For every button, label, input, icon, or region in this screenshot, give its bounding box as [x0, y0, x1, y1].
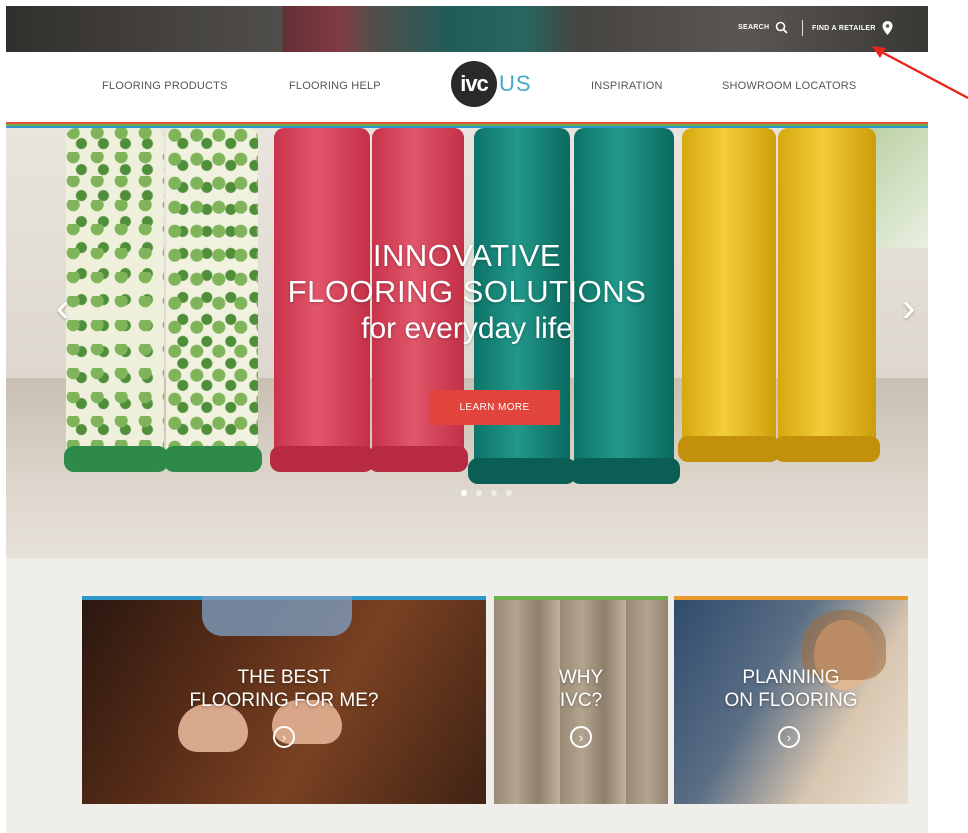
card-title-line2: IVC? [559, 690, 603, 711]
sole-green-left [64, 446, 168, 472]
feature-cards-section: THE BEST FLOORING FOR ME? › WHY IVC? › P… [6, 558, 928, 833]
chevron-right-icon[interactable]: › [902, 288, 915, 328]
card-title-line1: THE BEST [237, 667, 331, 688]
nav-inspiration[interactable]: INSPIRATION [591, 80, 663, 92]
ivc-us-logo[interactable]: ivc US [451, 61, 532, 107]
card-title-line2: FLOORING FOR ME? [189, 690, 379, 711]
circle-arrow-icon: › [570, 726, 592, 748]
card-planning-flooring[interactable]: PLANNING ON FLOORING › [674, 596, 908, 804]
carousel-dots [461, 490, 512, 496]
search-link[interactable]: SEARCH [738, 21, 788, 34]
find-retailer-label: FIND A RETAILER [812, 24, 876, 32]
card-best-flooring[interactable]: THE BEST FLOORING FOR ME? › [82, 596, 486, 804]
card-title-line1: WHY [558, 667, 604, 688]
circle-arrow-icon: › [778, 726, 800, 748]
hero-title-line1: INNOVATIVE [372, 238, 562, 273]
find-retailer-link[interactable]: FIND A RETAILER [812, 21, 893, 35]
hero-subtitle: for everyday life [361, 312, 573, 345]
logo-suffix: US [499, 71, 532, 96]
nav-flooring-help[interactable]: FLOORING HELP [289, 80, 381, 92]
card-accent-bar [494, 596, 668, 600]
hero-carousel: INNOVATIVE FLOORING SOLUTIONS for everyd… [6, 128, 928, 558]
card-title-line2: ON FLOORING [724, 690, 858, 711]
nav-flooring-products[interactable]: FLOORING PRODUCTS [102, 80, 228, 92]
circle-arrow-icon: › [273, 726, 295, 748]
map-pin-icon [882, 21, 893, 35]
sole-yellow-left [678, 436, 780, 462]
search-label: SEARCH [738, 24, 770, 31]
chevron-left-icon[interactable]: ‹ [56, 288, 69, 328]
search-icon [776, 21, 788, 34]
sole-pink-left [270, 446, 374, 472]
carousel-dot[interactable] [506, 490, 512, 496]
sole-teal-left [468, 458, 576, 484]
card-title-line1: PLANNING [742, 667, 840, 688]
annotation-arrow [872, 46, 968, 100]
card-photo-detail [202, 596, 352, 636]
logo-mark: ivc [451, 61, 497, 107]
top-utility-bar: SEARCH FIND A RETAILER [6, 6, 928, 52]
main-navigation: FLOORING PRODUCTS FLOORING HELP ivc US I… [6, 52, 928, 122]
carousel-dot[interactable] [461, 490, 467, 496]
carousel-dot[interactable] [491, 490, 497, 496]
carousel-dot[interactable] [476, 490, 482, 496]
card-accent-bar [674, 596, 908, 600]
sole-yellow-right [774, 436, 880, 462]
hero-title-line2: FLOORING SOLUTIONS [287, 274, 647, 309]
card-why-ivc[interactable]: WHY IVC? › [494, 596, 668, 804]
sole-teal-right [570, 458, 680, 484]
sole-green-right [164, 446, 262, 472]
sole-pink-right [368, 446, 468, 472]
nav-showroom-locators[interactable]: SHOWROOM LOCATORS [722, 80, 856, 92]
utility-divider [802, 20, 803, 36]
learn-more-button[interactable]: LEARN MORE [429, 390, 560, 425]
